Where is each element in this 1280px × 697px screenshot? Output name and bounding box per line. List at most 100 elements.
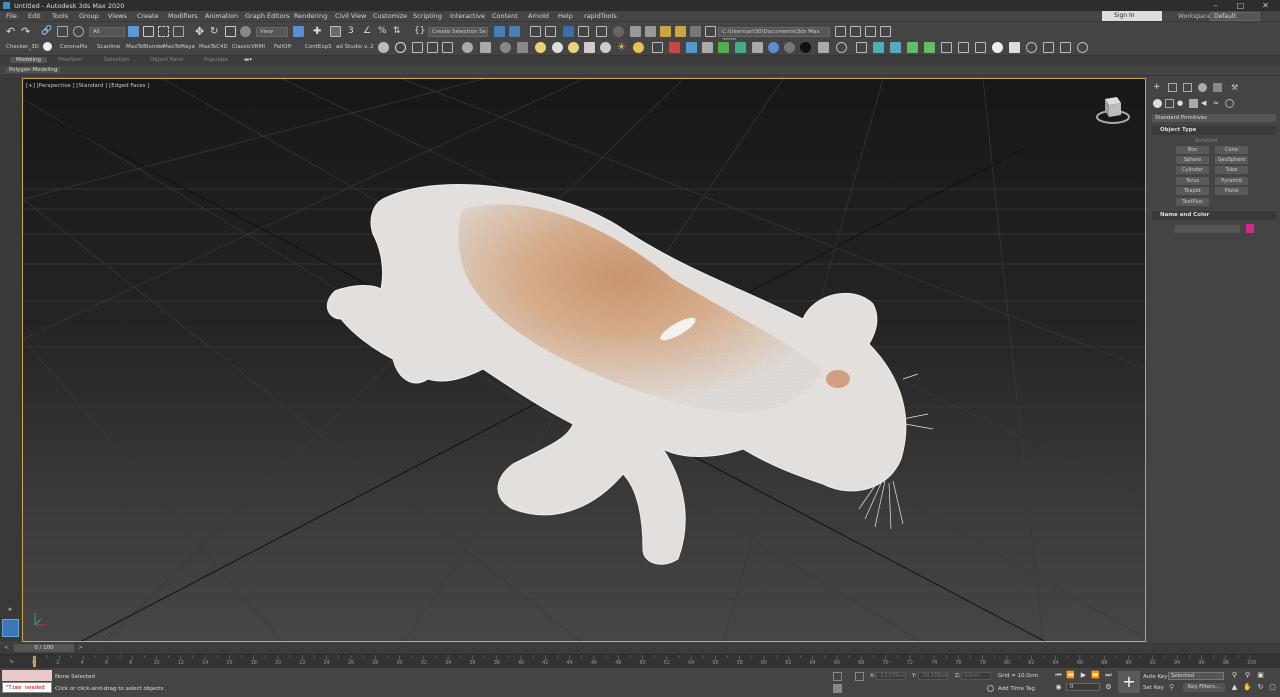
light-icon-2[interactable] [552,42,563,53]
teapot-button[interactable]: Teapot [1176,187,1209,195]
display-icon-4[interactable] [462,42,473,53]
script-classicvrmi[interactable]: ClassicVRMI [232,44,265,50]
cloud-icon[interactable] [395,42,406,53]
rotate-icon[interactable]: ↻ [210,26,221,37]
perspective-viewport[interactable]: [+] [Perspective ] [Standard ] [Edged Fa… [22,78,1146,642]
y-coordinate-field[interactable]: -39,378cm [918,672,948,680]
create-tab-icon[interactable]: + [1153,83,1162,92]
spinner-snap-icon[interactable]: ⇅ [393,26,404,37]
object-color-swatch[interactable] [1246,224,1254,233]
tool-icon-11[interactable] [818,42,829,53]
menu-animation[interactable]: Animation [205,12,238,20]
select-by-name-icon[interactable] [143,26,154,37]
add-time-tag[interactable]: Add Time Tag [998,686,1035,692]
lights-icon[interactable]: ● [1177,99,1186,108]
pyramid-button[interactable]: Pyramid [1215,177,1248,185]
shapes-icon[interactable] [1165,99,1174,108]
menu-civil-view[interactable]: Civil View [335,12,366,20]
cameras-icon[interactable] [1189,99,1198,108]
help-icon[interactable] [836,42,847,53]
play-icon[interactable]: ▶ [1079,671,1088,680]
script-maxtoblender[interactable]: MaxToBlender [126,44,164,50]
tool-icon-20[interactable] [992,42,1003,53]
tool-icon-13[interactable] [873,42,884,53]
light-icon-3[interactable] [568,42,579,53]
undo-icon[interactable]: ↶ [6,26,17,37]
project-folder-icon[interactable] [705,26,716,37]
sphere-button[interactable]: Sphere [1176,156,1209,164]
maximize-button[interactable]: □ [1228,0,1253,11]
time-slider-thumb[interactable]: 0 / 100 [14,644,74,652]
selection-lock-icon[interactable] [833,684,842,693]
menu-rendering[interactable]: Rendering [294,12,327,20]
script-coronapix[interactable]: CoronaPix [60,44,88,50]
set-key-button[interactable]: Set Key [1143,685,1164,691]
menu-group[interactable]: Group [79,12,99,20]
spacewarps-icon[interactable]: ≈ [1213,99,1222,108]
light-icon-4[interactable] [584,42,595,53]
key-icon[interactable]: ⚲ [1169,683,1178,692]
polygon-modeling-panel[interactable]: Polygon Modeling [6,67,61,73]
auto-key-button[interactable]: Auto Key [1143,674,1168,680]
utilities-tab-icon[interactable]: ⚒ [1231,83,1240,92]
minimize-button[interactable]: – [1203,0,1228,11]
close-button[interactable]: ✕ [1253,0,1278,11]
motion-tab-icon[interactable] [1198,83,1207,92]
placement-icon[interactable] [240,26,251,37]
tool-icon-5[interactable] [718,42,729,53]
menu-rapidtools[interactable]: rapidTools [584,12,617,20]
tool-icon-17[interactable] [941,42,952,53]
display-icon-5[interactable] [480,42,491,53]
display-icon-6[interactable] [500,42,511,53]
workspace-select[interactable]: Default [1210,12,1260,21]
tool-icon-4[interactable] [702,42,713,53]
tool-icon-21[interactable] [1009,42,1020,53]
scale-icon[interactable] [225,26,236,37]
tab-populate[interactable]: Populate [204,57,228,63]
align-icon[interactable] [509,26,520,37]
track-bar[interactable]: ∿ 0 2 4 6 8 10 12 14 16 18 20 22 24 26 28 30 32 34 36 38 40 4… [0,654,1280,668]
menu-tools[interactable]: Tools [52,12,68,20]
modify-tab-icon[interactable] [1168,83,1177,92]
window-crossing-icon[interactable] [173,26,184,37]
viewcube[interactable] [1095,93,1131,125]
orbit-icon[interactable]: ↻ [1256,683,1265,692]
percent-snap-icon[interactable]: % [378,26,389,37]
primitive-category-select[interactable]: Standard Primitives [1152,114,1276,122]
select-object-icon[interactable] [128,26,139,37]
menu-interactive[interactable]: Interactive [450,12,485,20]
script-contexps[interactable]: ContExpS [305,44,332,50]
menu-customize[interactable]: Customize [373,12,407,20]
time-prev-icon[interactable]: < [4,644,9,651]
angle-snap-icon[interactable]: ∠ [363,26,374,37]
zoom-extents-icon[interactable]: ▣ [1256,671,1265,680]
unlink-icon[interactable] [57,26,68,37]
layer-explorer-icon[interactable] [545,26,556,37]
fov-icon[interactable]: ▲ [1230,683,1239,692]
edit-named-sel-icon[interactable]: {} [414,26,425,37]
menu-scripting[interactable]: Scripting [413,12,442,20]
ribbon-toggle-icon[interactable] [563,26,574,37]
corona-icon[interactable] [43,42,52,51]
tube-button[interactable]: Tube [1215,166,1248,174]
menu-graph-editors[interactable]: Graph Editors [245,12,290,20]
display-icon-7[interactable] [517,42,528,53]
tool-icon-14[interactable] [890,42,901,53]
absolute-mode-icon[interactable] [855,672,864,681]
display-icon-2[interactable] [427,42,438,53]
select-manipulate-icon[interactable]: ✚ [313,26,324,37]
tool-icon-10[interactable] [800,42,811,53]
menu-arnold[interactable]: Arnold [528,12,549,20]
rendered-frame-icon[interactable] [645,26,656,37]
go-to-start-icon[interactable]: ⏮ [1054,671,1063,680]
tab-selection[interactable]: Selection [104,57,129,63]
set-key-big-button[interactable]: + [1118,671,1140,693]
x-coordinate-field[interactable]: -13,535cm [876,672,906,680]
workspace-icon-2[interactable] [850,26,861,37]
tool-icon-12[interactable] [856,42,867,53]
hierarchy-tab-icon[interactable] [1183,83,1192,92]
maximize-viewport-icon[interactable]: ▢ [1268,683,1277,692]
render-cloud-icon[interactable] [690,26,701,37]
light-icon-1[interactable] [535,42,546,53]
link-icon[interactable]: 🔗 [41,26,52,37]
